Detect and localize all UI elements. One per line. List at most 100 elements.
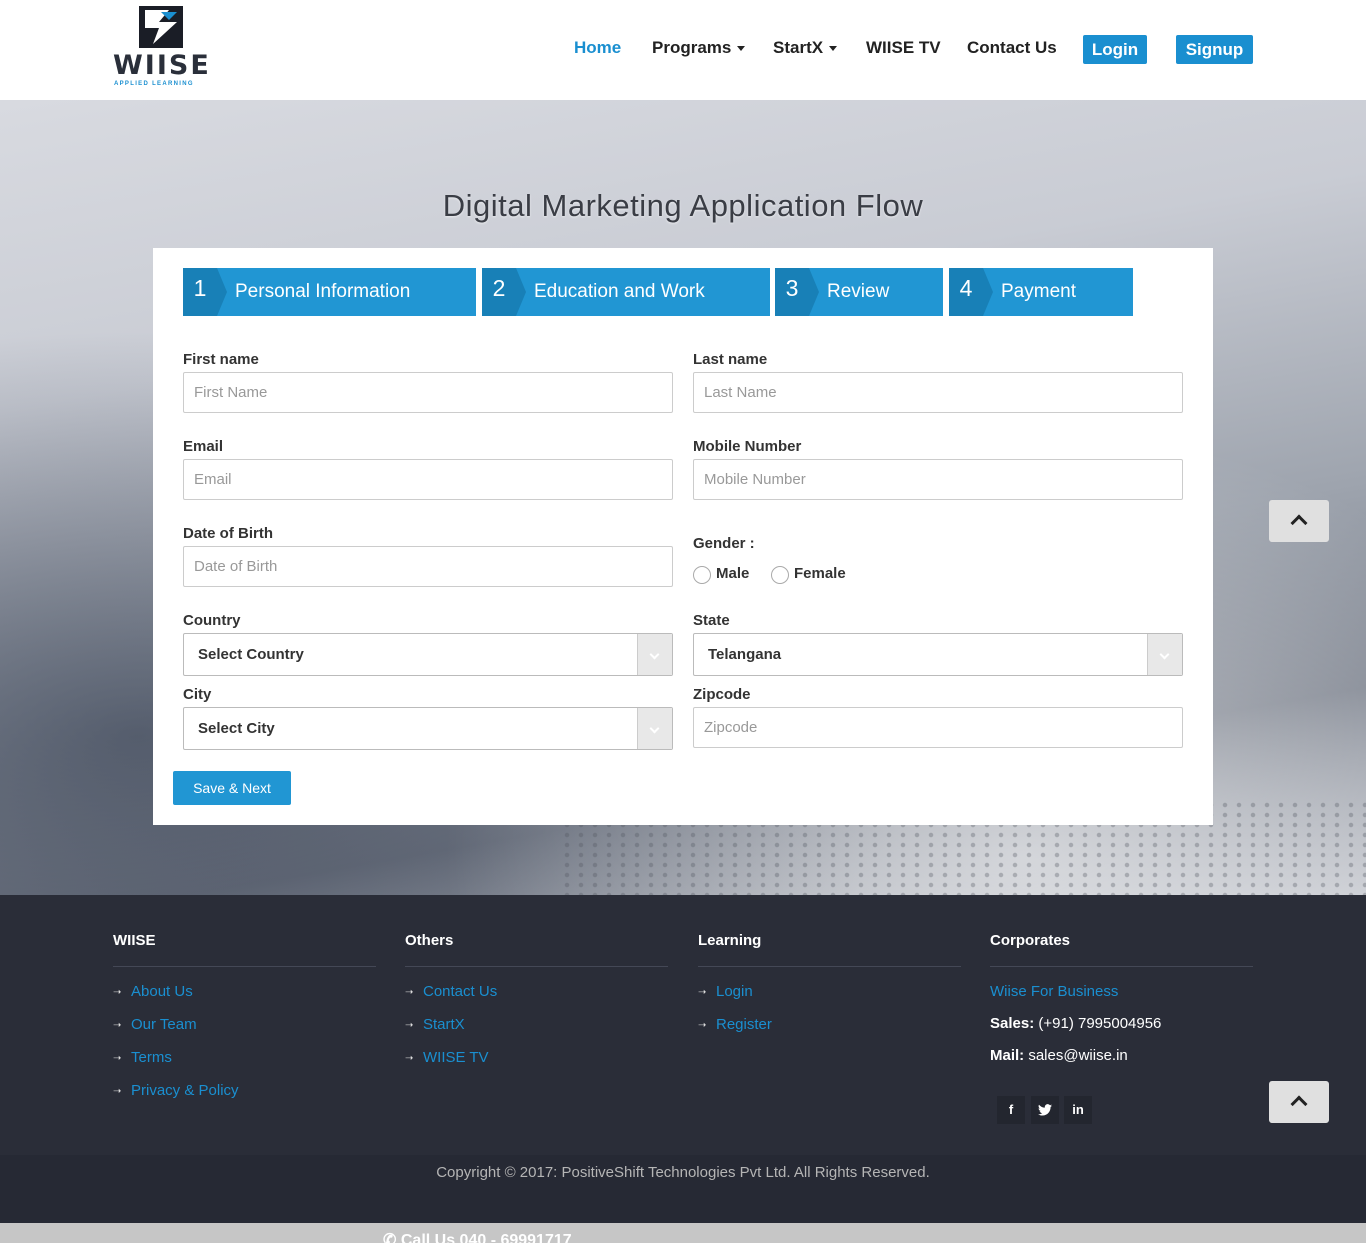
mobile-number-label: Mobile Number	[693, 438, 802, 455]
step-number: 1	[183, 268, 227, 316]
chevron-down-icon	[829, 46, 838, 52]
arrow-right-icon: ➝	[113, 1086, 122, 1097]
country-select[interactable]: Select Country	[183, 633, 673, 676]
email-input[interactable]	[183, 459, 673, 500]
country-select-value: Select Country	[198, 646, 304, 663]
gender-male-label: Male	[716, 565, 750, 582]
footer-col-title: Others	[405, 932, 454, 949]
footer-col-title: Learning	[698, 932, 762, 949]
signup-button[interactable]: Signup	[1176, 35, 1253, 64]
scroll-to-top-button[interactable]	[1269, 500, 1329, 542]
footer-divider	[990, 966, 1253, 967]
footer-col-title: WIISE	[113, 932, 156, 949]
state-select[interactable]: Telangana	[693, 633, 1183, 676]
arrow-right-icon: ➝	[698, 1020, 707, 1031]
nav-programs-label: Programs	[652, 38, 732, 57]
phone-icon: ✆	[383, 1232, 401, 1243]
footer-link-contact-us[interactable]: Contact Us	[423, 983, 497, 1000]
city-select[interactable]: Select City	[183, 707, 673, 750]
footer-divider	[113, 966, 376, 967]
step-label: Education and Work	[534, 281, 705, 302]
city-label: City	[183, 686, 212, 703]
page-title: Digital Marketing Application Flow	[442, 188, 924, 223]
arrow-right-icon: ➝	[405, 1053, 414, 1064]
chevron-down-icon	[1147, 634, 1182, 675]
country-label: Country	[183, 612, 241, 629]
arrow-right-icon: ➝	[113, 1020, 122, 1031]
nav-startx-label: StartX	[773, 38, 824, 57]
chevron-down-icon	[637, 634, 672, 675]
step-review[interactable]: 3 Review	[775, 268, 943, 316]
last-name-label: Last name	[693, 351, 768, 368]
last-name-input[interactable]	[693, 372, 1183, 413]
arrow-right-icon: ➝	[113, 987, 122, 998]
zipcode-label: Zipcode	[693, 686, 751, 703]
scroll-to-top-button-footer[interactable]	[1269, 1081, 1329, 1123]
first-name-input[interactable]	[183, 372, 673, 413]
arrow-right-icon: ➝	[113, 1053, 122, 1064]
step-label: Review	[827, 281, 890, 302]
footer-link-wiise-for-business[interactable]: Wiise For Business	[990, 983, 1118, 1000]
mobile-number-input[interactable]	[693, 459, 1183, 500]
step-number: 4	[949, 268, 993, 316]
linkedin-icon[interactable]: in	[1064, 1096, 1092, 1124]
date-of-birth-label: Date of Birth	[183, 525, 273, 542]
city-select-value: Select City	[198, 720, 275, 737]
gender-label: Gender :	[693, 535, 755, 552]
footer-link-privacy-policy[interactable]: Privacy & Policy	[131, 1082, 239, 1099]
save-next-button[interactable]: Save & Next	[173, 771, 291, 805]
state-select-value: Telangana	[708, 646, 782, 663]
footer-link-login[interactable]: Login	[716, 983, 753, 1000]
call-us-bar[interactable]: ✆ Call Us 040 - 69991717	[0, 1223, 1366, 1243]
footer-link-our-team[interactable]: Our Team	[131, 1016, 197, 1033]
step-personal-information[interactable]: 1 Personal Information	[183, 268, 476, 316]
footer-link-register[interactable]: Register	[716, 1016, 772, 1033]
footer-col-title: Corporates	[990, 932, 1071, 949]
nav-contact-us[interactable]: Contact Us	[967, 38, 1057, 58]
step-number: 3	[775, 268, 819, 316]
logo-tagline: APPLIED LEARNING	[114, 81, 194, 87]
nav-home[interactable]: Home	[574, 38, 621, 58]
chevron-down-icon	[637, 708, 672, 749]
call-us-text: ✆ Call Us 040 - 69991717	[383, 1230, 572, 1243]
footer-divider	[698, 966, 961, 967]
chevron-down-icon	[737, 46, 746, 52]
facebook-icon[interactable]: f	[997, 1096, 1025, 1124]
logo-mark-icon	[139, 6, 183, 48]
email-label: Email	[183, 438, 224, 455]
step-payment[interactable]: 4 Payment	[949, 268, 1133, 316]
arrow-right-icon: ➝	[405, 987, 414, 998]
twitter-icon[interactable]	[1031, 1096, 1059, 1124]
nav-programs[interactable]: Programs	[652, 38, 746, 58]
mail-contact: Mail: sales@wiise.in	[990, 1047, 1128, 1064]
sales-phone: (+91) 7995004956	[1038, 1015, 1162, 1032]
mail-label: Mail:	[990, 1047, 1025, 1064]
state-label: State	[693, 612, 730, 629]
nav-startx[interactable]: StartX	[773, 38, 838, 58]
arrow-right-icon: ➝	[698, 987, 707, 998]
zipcode-input[interactable]	[693, 707, 1183, 748]
sales-label: Sales:	[990, 1015, 1035, 1032]
nav-wiise-tv[interactable]: WIISE TV	[866, 38, 941, 58]
copyright-text: Copyright © 2017: PositiveShift Technolo…	[436, 1164, 930, 1181]
step-label: Personal Information	[235, 281, 411, 302]
gender-female-label: Female	[794, 565, 846, 582]
mail-address[interactable]: sales@wiise.in	[1028, 1047, 1127, 1064]
footer-link-terms[interactable]: Terms	[131, 1049, 172, 1066]
site-header: WIISE APPLIED LEARNING Home Programs Sta…	[0, 0, 1366, 100]
arrow-right-icon: ➝	[405, 1020, 414, 1031]
login-button[interactable]: Login	[1083, 35, 1147, 64]
footer-link-startx[interactable]: StartX	[423, 1016, 465, 1033]
step-education-and-work[interactable]: 2 Education and Work	[482, 268, 770, 316]
step-number: 2	[482, 268, 526, 316]
step-label: Payment	[1001, 281, 1076, 302]
logo-wordmark: WIISE	[113, 50, 211, 81]
gender-male-radio[interactable]	[693, 566, 711, 584]
footer-link-about-us[interactable]: About Us	[131, 983, 193, 1000]
date-of-birth-input[interactable]	[183, 546, 673, 587]
footer-divider	[405, 966, 668, 967]
wiise-logo[interactable]: WIISE APPLIED LEARNING	[113, 6, 209, 90]
gender-female-radio[interactable]	[771, 566, 789, 584]
sales-contact: Sales: (+91) 7995004956	[990, 1015, 1161, 1032]
footer-link-wiise-tv[interactable]: WIISE TV	[423, 1049, 489, 1066]
